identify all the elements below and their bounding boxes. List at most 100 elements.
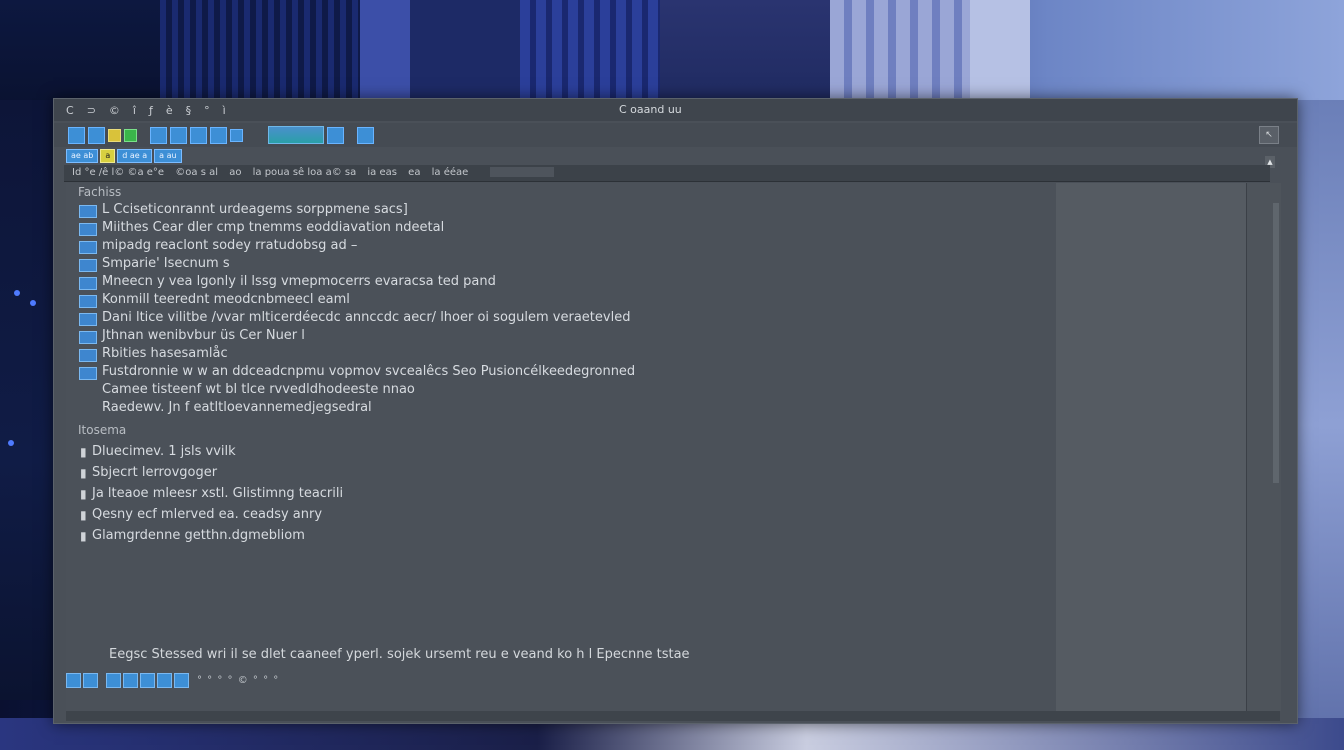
list-item[interactable]: Jthnan wenibvbur üs Cer Nuer l xyxy=(102,328,305,343)
editor-window: C ⊃ © î ƒ è § ° ì C oaand uu ↖ ae ab a d… xyxy=(53,98,1298,724)
git-icon[interactable] xyxy=(174,672,189,688)
tab-item-active[interactable]: a xyxy=(100,149,116,163)
list-item[interactable]: Ja lteaoe mleesr xstl. Glistimng teacril… xyxy=(92,486,343,501)
folder-icon xyxy=(79,295,97,308)
list-item[interactable]: Smparie' Isecnum s xyxy=(102,256,230,271)
copy-icon[interactable] xyxy=(170,126,187,144)
tab-item[interactable]: ae ab xyxy=(66,149,99,163)
menu-item[interactable]: ì xyxy=(223,104,227,117)
server-rack xyxy=(660,0,830,110)
path-segment[interactable]: ea xyxy=(408,167,420,178)
list-item[interactable]: Qesny ecf mlerved ea. ceadsy anry xyxy=(92,507,322,522)
run-icon[interactable] xyxy=(124,128,137,142)
bottom-toolbar: ° ° ° ° © ° ° ° xyxy=(66,671,279,689)
problems-icon[interactable] xyxy=(140,672,155,688)
cut-icon[interactable] xyxy=(150,126,167,144)
menu-item[interactable]: ° xyxy=(204,104,211,117)
menu-item[interactable]: C xyxy=(66,104,75,117)
find-icon[interactable] xyxy=(327,126,344,144)
folder-icon xyxy=(79,367,97,380)
indicator-light xyxy=(30,300,36,306)
undo-icon[interactable] xyxy=(210,126,227,144)
server-rack xyxy=(520,0,660,110)
server-rack xyxy=(410,0,520,110)
toolbar xyxy=(54,123,1297,147)
search-icon[interactable] xyxy=(157,672,172,688)
path-segment[interactable]: ao xyxy=(229,167,241,178)
editor-pane[interactable]: Fachiss L Cciseticonrannt urdeagems sorp… xyxy=(66,183,1056,711)
menu-item[interactable]: § xyxy=(186,104,193,117)
list-item[interactable]: Fustdronnie w w an ddceadcnpmu vopmov sv… xyxy=(102,364,635,379)
indicator-light xyxy=(14,290,20,296)
list-item[interactable]: Glamgrdenne getthn.dgmebliom xyxy=(92,528,305,543)
path-segment[interactable]: ia eas xyxy=(367,167,397,178)
tab-item[interactable]: a au xyxy=(154,149,182,163)
indicator-light xyxy=(8,440,14,446)
terminal-icon[interactable] xyxy=(66,672,81,688)
bullet-icon: ▮ xyxy=(80,508,87,522)
folder-icon xyxy=(79,223,97,236)
list-item[interactable]: Dluecimev. 1 jsls vvilk xyxy=(92,444,236,459)
path-bar: Id °e /ê l© ©a e°e ©oa s al ao la poua s… xyxy=(64,165,1270,182)
redo-icon[interactable] xyxy=(230,128,243,142)
output-icon[interactable] xyxy=(123,672,138,688)
bullet-icon: ▮ xyxy=(80,445,87,459)
list-item[interactable]: Konmill teerednt meodcnbmeecl eaml xyxy=(102,292,350,307)
path-segment[interactable]: la ééae xyxy=(432,167,469,178)
background-left-panel xyxy=(0,100,56,700)
bullet-icon: ▮ xyxy=(80,529,87,543)
bottom-toolbar-label: ° ° ° ° © ° ° ° xyxy=(197,674,280,686)
window-title: C oaand uu xyxy=(619,103,682,116)
vertical-scrollbar[interactable] xyxy=(1246,183,1281,711)
list-item[interactable]: Raedewv. Jn f eatltloevannemedjegsedral xyxy=(102,400,372,415)
debug-icon[interactable] xyxy=(83,672,98,688)
path-segment[interactable]: ©oa s al xyxy=(175,167,218,178)
list-item[interactable]: Dani ltice vilitbe /vvar mlticerdéecdc a… xyxy=(102,310,630,325)
path-segment[interactable]: Id °e /ê l© ©a e°e xyxy=(72,167,164,178)
tab-item[interactable]: d ae a xyxy=(117,149,153,163)
list-item[interactable]: mipadg reaclont sodey rratudobsg ad – xyxy=(102,238,357,253)
server-rack xyxy=(360,0,410,110)
side-panel xyxy=(1056,183,1246,711)
menu-bar: C ⊃ © î ƒ è § ° ì C oaand uu xyxy=(54,99,1297,121)
menu-item[interactable]: î xyxy=(133,104,137,117)
file-icon[interactable] xyxy=(68,126,85,144)
list-item[interactable]: Mneecn y vea lgonly il lssg vmepmocerrs … xyxy=(102,274,496,289)
menu-item[interactable]: ƒ xyxy=(149,104,154,117)
path-input[interactable] xyxy=(489,167,554,177)
menu-item[interactable]: è xyxy=(166,104,174,117)
list-item[interactable]: Rbities hasesamlåc xyxy=(102,346,228,361)
folder-icon xyxy=(79,241,97,254)
folder-icon xyxy=(79,259,97,272)
list-item[interactable]: Sbjecrt lerrovgoger xyxy=(92,465,217,480)
folder-icon xyxy=(79,331,97,344)
open-icon[interactable] xyxy=(88,126,105,144)
server-rack xyxy=(160,0,360,110)
folder-icon xyxy=(79,277,97,290)
status-bar xyxy=(66,711,1280,721)
console-icon[interactable] xyxy=(106,672,121,688)
folder-icon xyxy=(79,205,97,218)
status-message: Eegsc Stessed wri il se dlet caaneef ype… xyxy=(109,647,690,662)
list-item[interactable]: Camee tisteenf wt bl tlce rvvedldhodeest… xyxy=(102,382,415,397)
window-corner-button[interactable]: ↖ xyxy=(1259,126,1279,144)
menu-item[interactable]: ⊃ xyxy=(87,104,97,117)
list-item[interactable]: Miithes Cear dler cmp tnemms eoddiavatio… xyxy=(102,220,444,235)
bullet-icon: ▮ xyxy=(80,466,87,480)
tab-bar: ae ab a d ae a a au xyxy=(66,149,182,163)
folder-icon xyxy=(79,349,97,362)
save-icon[interactable] xyxy=(108,128,121,142)
section-heading: Fachiss xyxy=(78,185,122,199)
settings-icon[interactable] xyxy=(357,126,374,144)
list-item[interactable]: L Cciseticonrannt urdeagems sorppmene sa… xyxy=(102,202,408,217)
chart-icon[interactable] xyxy=(268,126,324,144)
server-rack xyxy=(970,0,1030,110)
server-rack xyxy=(830,0,970,110)
section-heading: Itosema xyxy=(78,423,127,437)
paste-icon[interactable] xyxy=(190,126,207,144)
server-rack xyxy=(0,0,160,110)
bullet-icon: ▮ xyxy=(80,487,87,501)
menu-item[interactable]: © xyxy=(109,104,121,117)
path-segment[interactable]: la poua sê loa a© sa xyxy=(253,167,357,178)
scrollbar-thumb[interactable] xyxy=(1273,203,1279,483)
